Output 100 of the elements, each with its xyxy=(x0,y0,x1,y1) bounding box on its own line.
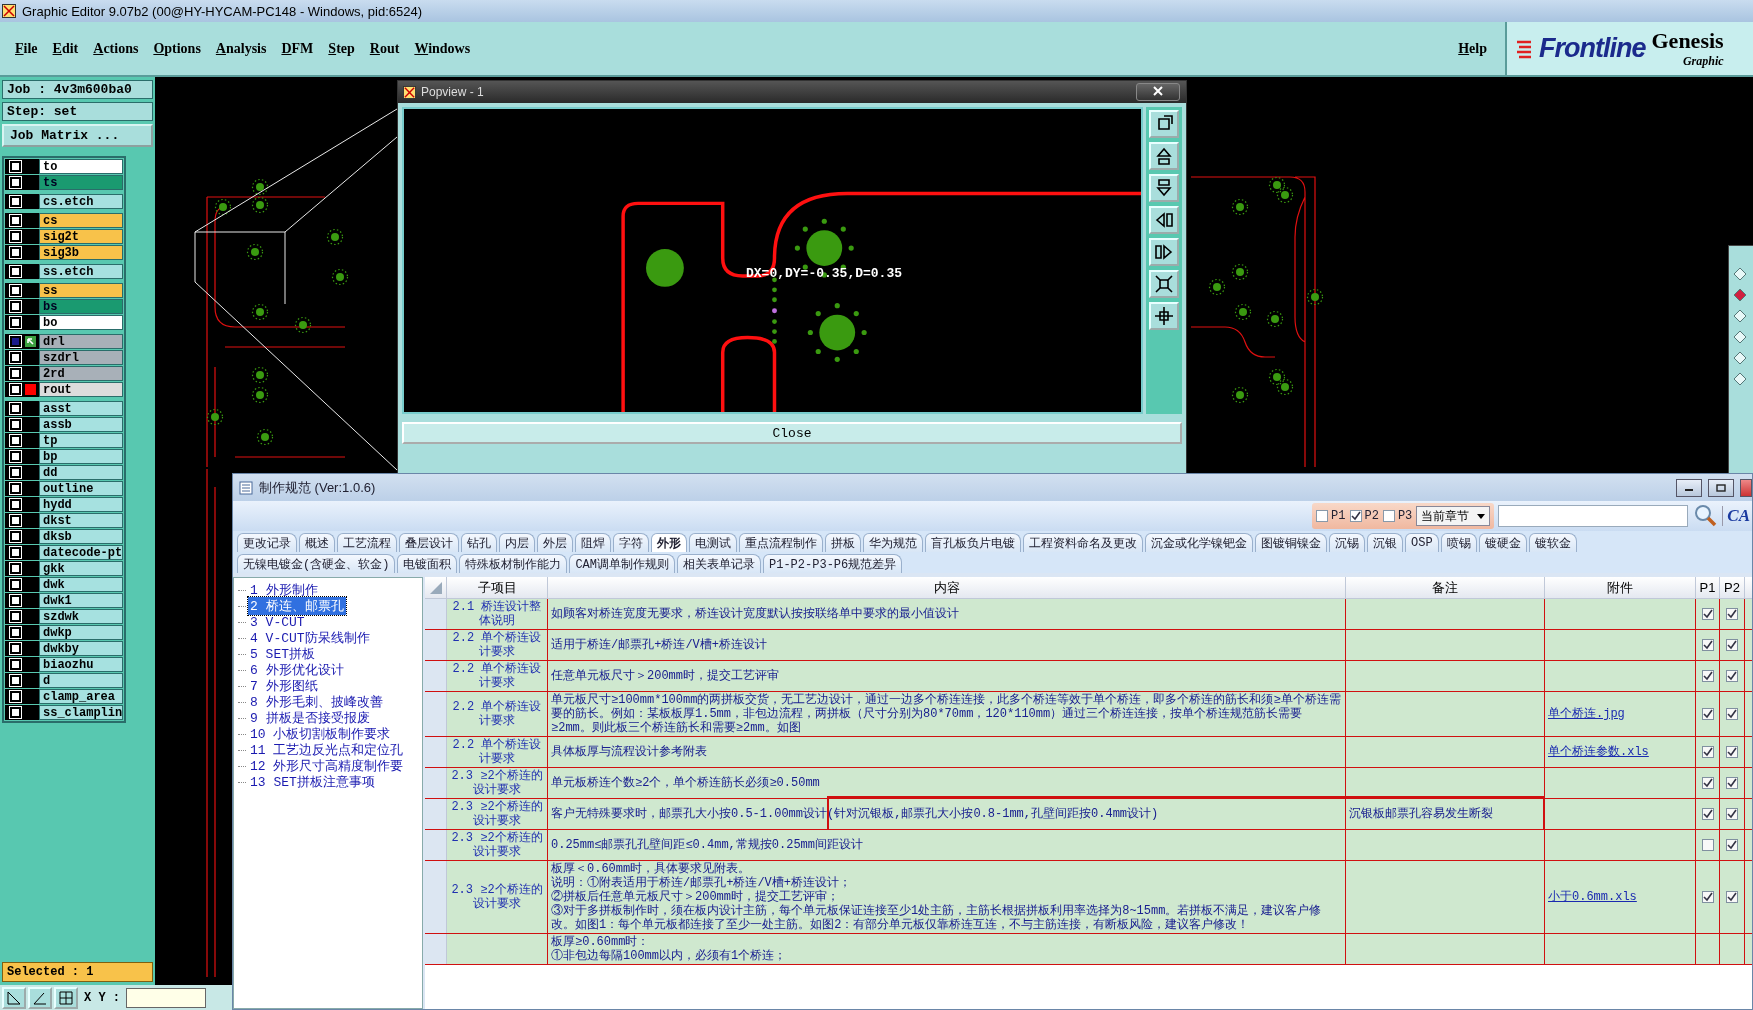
filter-checkbox[interactable]: P1 xyxy=(1316,509,1346,523)
section-tab[interactable]: 盲孔板负片电镀 xyxy=(925,533,1021,552)
layer-name[interactable]: dwkp xyxy=(39,625,123,640)
diamond-icon[interactable] xyxy=(1732,371,1748,387)
layer-name[interactable]: 2rd xyxy=(39,366,123,381)
section-tab[interactable]: 概述 xyxy=(299,533,335,552)
menu-item[interactable]: Edit xyxy=(52,40,79,57)
layer-name[interactable]: asst xyxy=(39,401,123,416)
tree-item[interactable]: 7 外形图纸 xyxy=(248,677,320,695)
layer-checkbox[interactable] xyxy=(10,691,21,702)
section-tab[interactable]: 沉锡 xyxy=(1329,533,1365,552)
scope-dropdown[interactable]: 当前章节 xyxy=(1416,506,1491,526)
section-tab[interactable]: 镀软金 xyxy=(1528,533,1577,552)
layer-name[interactable]: ss_clamplin xyxy=(39,705,123,720)
layer-name[interactable]: datecode-pt xyxy=(39,545,123,560)
section-tab[interactable]: 阻焊 xyxy=(575,533,611,552)
layer-name[interactable]: clamp_area xyxy=(39,689,123,704)
section-tab[interactable]: 内层 xyxy=(499,533,535,552)
layer-checkbox[interactable] xyxy=(10,451,21,462)
search-field[interactable] xyxy=(1498,505,1689,527)
column-header[interactable]: 附件 xyxy=(1545,577,1696,599)
layer-name[interactable]: gkk xyxy=(39,561,123,576)
layer-checkbox[interactable] xyxy=(10,177,21,188)
section-tab[interactable]: 无镍电镀金(含硬金、软金) xyxy=(237,554,396,573)
diamond-icon[interactable] xyxy=(1732,308,1748,324)
section-tab[interactable]: 喷锡 xyxy=(1440,533,1477,552)
section-tab[interactable]: 特殊板材制作能力 xyxy=(459,554,568,573)
layer-name[interactable]: drl xyxy=(39,334,123,349)
tree-item[interactable]: 1 外形制作 xyxy=(248,581,320,599)
p1-checkbox[interactable] xyxy=(1701,808,1714,820)
section-tab[interactable]: 相关表单记录 xyxy=(677,554,761,573)
layer-name[interactable]: dwk1 xyxy=(39,593,123,608)
layer-checkbox[interactable] xyxy=(10,161,21,172)
layer-name[interactable]: outline xyxy=(39,481,123,496)
section-tab[interactable]: 外层 xyxy=(537,533,573,552)
layer-checkbox[interactable] xyxy=(10,483,21,494)
layer-checkbox[interactable] xyxy=(10,611,21,622)
p2-checkbox[interactable] xyxy=(1726,608,1738,620)
menu-item[interactable]: File xyxy=(15,40,38,57)
layer-name[interactable]: assb xyxy=(39,417,123,432)
layer-checkbox[interactable] xyxy=(10,659,21,670)
layer-checkbox[interactable] xyxy=(10,563,21,574)
close-button[interactable]: Close xyxy=(402,422,1182,444)
layer-name[interactable]: bo xyxy=(39,315,123,330)
layer-checkbox[interactable] xyxy=(10,266,21,277)
p1-checkbox[interactable] xyxy=(1701,839,1714,851)
layer-checkbox[interactable] xyxy=(10,196,21,207)
layer-name[interactable]: szdwk xyxy=(39,609,123,624)
tree-item[interactable]: 3 V-CUT xyxy=(248,614,307,630)
section-tab[interactable]: 镀硬金 xyxy=(1478,533,1527,552)
menu-item[interactable]: DFM xyxy=(281,40,314,57)
p2-checkbox[interactable] xyxy=(1726,891,1738,903)
p1-checkbox[interactable] xyxy=(1701,608,1714,620)
section-tab[interactable]: CAM调单制作规则 xyxy=(569,554,675,573)
layer-name[interactable]: rout xyxy=(39,382,123,397)
attachment-link[interactable]: 单个桥连参数.xls xyxy=(1548,745,1692,759)
search-button[interactable] xyxy=(1692,503,1719,529)
layer-name[interactable]: dwk xyxy=(39,577,123,592)
layer-name[interactable]: biaozhu xyxy=(39,657,123,672)
diamond-icon[interactable] xyxy=(1732,329,1748,345)
view-tool-button[interactable] xyxy=(1149,238,1179,266)
layer-checkbox[interactable] xyxy=(10,435,21,446)
section-tab[interactable]: P1-P2-P3-P6规范差异 xyxy=(763,554,903,573)
diamond-icon[interactable] xyxy=(1732,266,1748,282)
layer-checkbox[interactable] xyxy=(10,531,21,542)
layer-checkbox[interactable] xyxy=(10,384,21,395)
layer-checkbox[interactable] xyxy=(10,336,21,347)
tree-item[interactable]: 8 外形毛刺、披峰改善 xyxy=(248,693,385,711)
layer-name[interactable]: cs.etch xyxy=(39,194,123,209)
layer-checkbox[interactable] xyxy=(10,627,21,638)
p1-checkbox[interactable] xyxy=(1701,670,1714,682)
p2-checkbox[interactable] xyxy=(1726,839,1738,851)
attachment-link[interactable]: 小于0.6mm.xls xyxy=(1548,890,1692,904)
tree-item[interactable]: 4 V-CUT防呆线制作 xyxy=(248,629,372,647)
section-tab[interactable]: 华为规范 xyxy=(863,533,923,552)
diamond-icon[interactable] xyxy=(1732,350,1748,366)
section-tab[interactable]: 图镀铜镍金 xyxy=(1255,533,1327,552)
attachment-link[interactable]: 单个桥连.jpg xyxy=(1548,707,1692,721)
layer-checkbox[interactable] xyxy=(10,675,21,686)
marker-icon[interactable] xyxy=(1732,287,1748,303)
tree-item[interactable]: 13 SET拼板注意事项 xyxy=(248,773,377,791)
layer-name[interactable]: dksb xyxy=(39,529,123,544)
layer-name[interactable]: ss xyxy=(39,283,123,298)
layer-name[interactable]: to xyxy=(39,159,123,174)
filter-checkbox[interactable]: P2 xyxy=(1349,509,1379,523)
layer-checkbox[interactable] xyxy=(10,579,21,590)
column-header[interactable]: 内容 xyxy=(548,577,1346,599)
layer-checkbox[interactable] xyxy=(10,467,21,478)
layer-name[interactable]: bs xyxy=(39,299,123,314)
column-header[interactable]: P2 xyxy=(1720,577,1745,599)
close-button[interactable] xyxy=(1136,83,1180,101)
maximize-button[interactable] xyxy=(1708,478,1734,497)
p1-checkbox[interactable] xyxy=(1701,777,1714,789)
tree-item[interactable]: 2 桥连、邮票孔 xyxy=(248,597,346,615)
menu-item[interactable]: Rout xyxy=(369,40,400,57)
layer-checkbox[interactable] xyxy=(10,595,21,606)
layer-name[interactable]: d xyxy=(39,673,123,688)
layer-checkbox[interactable] xyxy=(10,643,21,654)
corner-cell[interactable] xyxy=(425,577,447,599)
tree-item[interactable]: 12 外形尺寸高精度制作要 xyxy=(248,757,406,775)
